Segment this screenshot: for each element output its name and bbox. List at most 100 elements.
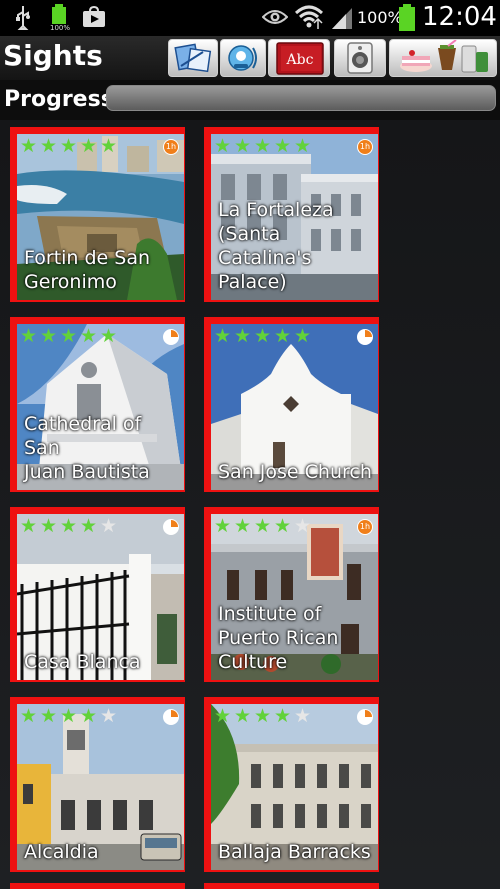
rating-stars: ★ ★ ★ ★ ★ bbox=[20, 515, 120, 537]
sight-title: Cathedral of San Juan Bautista bbox=[24, 413, 150, 483]
small-battery-label: 100% bbox=[49, 24, 70, 32]
star-filled-icon: ★ bbox=[254, 135, 272, 157]
star-filled-icon: ★ bbox=[80, 135, 98, 157]
star-filled-icon: ★ bbox=[274, 705, 292, 727]
duration-badge: 1h bbox=[357, 519, 373, 535]
sight-photo: ★ ★ ★ ★ ★ Casa Blanca bbox=[17, 514, 184, 680]
star-filled-icon: ★ bbox=[234, 135, 252, 157]
star-filled-icon: ★ bbox=[214, 135, 232, 157]
star-empty-icon: ★ bbox=[294, 515, 312, 537]
progress-bar bbox=[106, 85, 496, 111]
rating-stars: ★ ★ ★ ★ ★ bbox=[20, 135, 120, 157]
battery-full-icon: 100% bbox=[49, 4, 70, 32]
star-filled-icon: ★ bbox=[234, 325, 252, 347]
next-row-card-edge bbox=[10, 883, 185, 889]
rating-stars: ★ ★ ★ ★ ★ bbox=[20, 325, 120, 347]
sight-card[interactable]: ★ ★ ★ ★ ★ Ballaja Barracks bbox=[204, 697, 379, 872]
sight-card[interactable]: ★ ★ ★ ★ ★ Alcaldia bbox=[10, 697, 185, 872]
battery-icon bbox=[398, 4, 416, 32]
star-filled-icon: ★ bbox=[60, 325, 78, 347]
sight-title: La Fortaleza (Santa Catalina's Palace) bbox=[218, 199, 334, 293]
duration-pie-icon bbox=[163, 519, 179, 535]
next-row-card-edge bbox=[204, 883, 379, 889]
duration-pie-icon bbox=[163, 709, 179, 725]
star-filled-icon: ★ bbox=[20, 705, 38, 727]
translate-icon bbox=[174, 43, 212, 73]
star-filled-icon: ★ bbox=[214, 515, 232, 537]
star-empty-icon: ★ bbox=[100, 515, 118, 537]
sight-card[interactable]: ★ ★ ★ ★ ★ 1h Fortin de San Geronimo bbox=[10, 127, 185, 302]
star-filled-icon: ★ bbox=[60, 705, 78, 727]
audio-guide-button[interactable] bbox=[220, 39, 266, 77]
duration-badge: 1h bbox=[357, 139, 373, 155]
usb-icon bbox=[16, 6, 30, 30]
star-filled-icon: ★ bbox=[214, 705, 232, 727]
star-filled-icon: ★ bbox=[60, 515, 78, 537]
star-filled-icon: ★ bbox=[254, 515, 272, 537]
star-filled-icon: ★ bbox=[80, 515, 98, 537]
star-filled-icon: ★ bbox=[40, 325, 58, 347]
star-filled-icon: ★ bbox=[20, 515, 38, 537]
sight-photo: ★ ★ ★ ★ ★ Cathedral of San Juan Bautista bbox=[17, 324, 184, 490]
food-drink-button[interactable] bbox=[389, 39, 497, 77]
sight-card[interactable]: ★ ★ ★ ★ ★ Casa Blanca bbox=[10, 507, 185, 682]
duration-pie-icon bbox=[357, 709, 373, 725]
star-filled-icon: ★ bbox=[80, 325, 98, 347]
star-filled-icon: ★ bbox=[234, 515, 252, 537]
sight-title: Fortin de San Geronimo bbox=[24, 247, 151, 293]
speaker-button[interactable] bbox=[334, 39, 386, 77]
sight-title: Casa Blanca bbox=[24, 651, 141, 673]
eye-icon bbox=[262, 10, 288, 24]
clock: 12:04 bbox=[422, 2, 497, 32]
progress-label: Progress bbox=[4, 87, 114, 112]
star-filled-icon: ★ bbox=[254, 325, 272, 347]
audio-icon bbox=[228, 45, 257, 71]
star-filled-icon: ★ bbox=[294, 135, 312, 157]
star-filled-icon: ★ bbox=[234, 705, 252, 727]
star-filled-icon: ★ bbox=[274, 515, 292, 537]
rating-stars: ★ ★ ★ ★ ★ bbox=[20, 705, 120, 727]
star-empty-icon: ★ bbox=[294, 705, 312, 727]
duration-pie-icon bbox=[163, 329, 179, 345]
dictionary-icon: Abc bbox=[276, 42, 324, 75]
rating-stars: ★ ★ ★ ★ ★ bbox=[214, 325, 314, 347]
star-filled-icon: ★ bbox=[100, 325, 118, 347]
star-filled-icon: ★ bbox=[254, 705, 272, 727]
star-filled-icon: ★ bbox=[60, 135, 78, 157]
sight-card[interactable]: ★ ★ ★ ★ ★ 1h Institute of Puerto Rican Cultu… bbox=[204, 507, 379, 682]
duration-pie-icon bbox=[357, 329, 373, 345]
star-filled-icon: ★ bbox=[20, 135, 38, 157]
sight-card[interactable]: ★ ★ ★ ★ ★ 1h La Fortaleza (Santa Catalina's … bbox=[204, 127, 379, 302]
app-header: Sights Abc bbox=[0, 36, 500, 80]
status-bar: 100% 100% 12:04 bbox=[0, 0, 500, 36]
rating-stars: ★ ★ ★ ★ ★ bbox=[214, 705, 314, 727]
star-filled-icon: ★ bbox=[80, 705, 98, 727]
svg-text:Abc: Abc bbox=[286, 52, 314, 68]
sight-title: Ballaja Barracks bbox=[218, 841, 371, 863]
sight-card[interactable]: ★ ★ ★ ★ ★ San Jose Church bbox=[204, 317, 379, 492]
rating-stars: ★ ★ ★ ★ ★ bbox=[214, 135, 314, 157]
signal-icon bbox=[332, 8, 352, 29]
speaker-icon bbox=[347, 42, 373, 74]
sight-photo: ★ ★ ★ ★ ★ San Jose Church bbox=[211, 324, 378, 490]
star-filled-icon: ★ bbox=[214, 325, 232, 347]
dictionary-button[interactable]: Abc bbox=[268, 39, 330, 77]
sights-grid: ★ ★ ★ ★ ★ 1h Fortin de San Geronimo ★ ★ … bbox=[0, 120, 500, 889]
sight-photo: ★ ★ ★ ★ ★ Alcaldia bbox=[17, 704, 184, 870]
sight-title: San Jose Church bbox=[218, 461, 372, 483]
sight-photo: ★ ★ ★ ★ ★ 1h La Fortaleza (Santa Catalina's … bbox=[211, 134, 378, 300]
star-filled-icon: ★ bbox=[274, 325, 292, 347]
progress-row: Progress bbox=[0, 80, 500, 120]
rating-stars: ★ ★ ★ ★ ★ bbox=[214, 515, 314, 537]
star-filled-icon: ★ bbox=[274, 135, 292, 157]
battery-percent: 100% bbox=[357, 8, 403, 27]
sight-title: Alcaldia bbox=[24, 841, 99, 863]
translate-button[interactable] bbox=[168, 39, 218, 77]
sight-card[interactable]: ★ ★ ★ ★ ★ Cathedral of San Juan Bautista bbox=[10, 317, 185, 492]
sight-photo: ★ ★ ★ ★ ★ Ballaja Barracks bbox=[211, 704, 378, 870]
star-filled-icon: ★ bbox=[20, 325, 38, 347]
sight-photo: ★ ★ ★ ★ ★ 1h Institute of Puerto Rican Cultu… bbox=[211, 514, 378, 680]
star-empty-icon: ★ bbox=[100, 705, 118, 727]
wifi-icon bbox=[294, 5, 324, 29]
star-filled-icon: ★ bbox=[294, 325, 312, 347]
